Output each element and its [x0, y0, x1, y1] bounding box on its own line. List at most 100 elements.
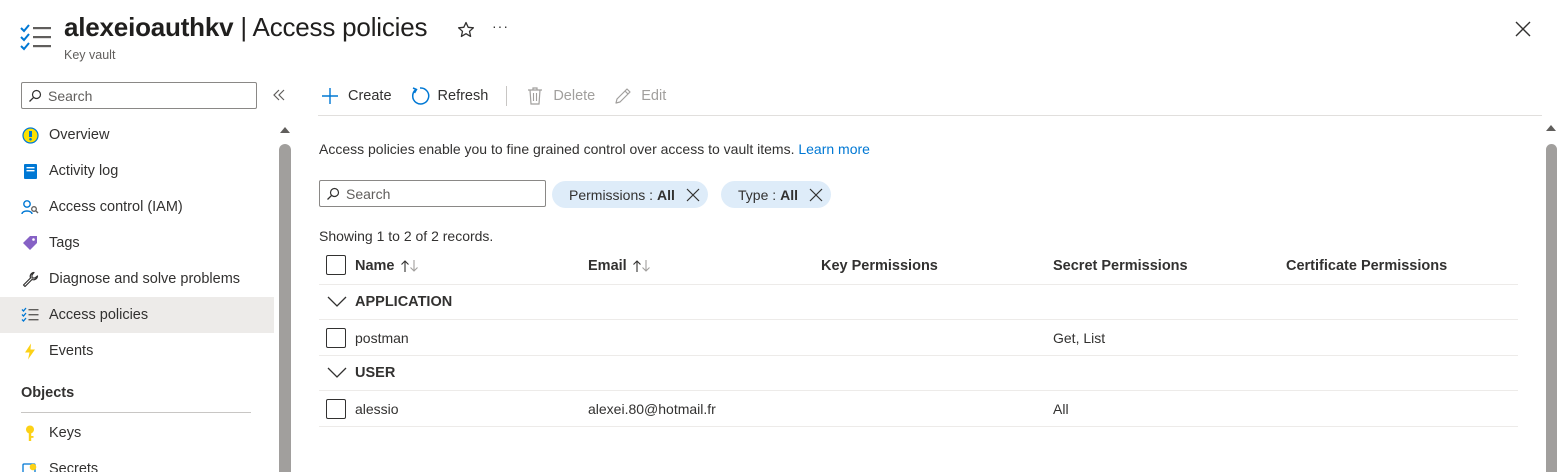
row-checkbox[interactable] — [326, 399, 346, 419]
sidebar-item-label: Access policies — [49, 307, 149, 323]
column-header-email[interactable]: Email — [588, 258, 652, 274]
column-header-key-permissions[interactable]: Key Permissions — [821, 258, 938, 274]
filter-label: Type : — [738, 186, 777, 203]
scroll-up-arrow-icon[interactable] — [279, 124, 291, 134]
sidebar-item-access-control-iam[interactable]: Access control (IAM) — [0, 189, 274, 225]
filter-value: All — [780, 186, 799, 203]
sidebar-item-label: Keys — [49, 425, 82, 441]
toolbar-divider — [318, 115, 1542, 116]
table-row[interactable]: alessio alexei.80@hotmail.fr All — [319, 391, 1518, 427]
group-toggle[interactable]: USER — [327, 365, 395, 381]
collapse-sidebar-icon[interactable] — [270, 86, 288, 104]
cell-email: alexei.80@hotmail.fr — [588, 400, 716, 417]
sidebar-item-label: Tags — [49, 235, 80, 251]
sidebar-item-label: Events — [49, 343, 94, 359]
toolbar-separator — [506, 86, 508, 106]
filter-label: Permissions : — [569, 186, 654, 203]
column-header-label: Certificate Permissions — [1286, 257, 1448, 274]
sidebar-scrollbar-thumb[interactable] — [279, 144, 291, 472]
column-header-label: Key Permissions — [821, 257, 938, 274]
column-header-label: Name — [355, 257, 395, 274]
content-scrollbar-thumb[interactable] — [1546, 144, 1557, 472]
cell-name: alessio — [355, 400, 399, 417]
secret-icon — [21, 460, 39, 472]
sidebar-item-secrets[interactable]: Secrets — [0, 451, 274, 472]
refresh-button[interactable]: Refresh — [410, 86, 489, 106]
sidebar-nav: Overview Activity log Access control (IA… — [0, 117, 274, 472]
tag-icon — [21, 234, 39, 252]
sidebar-item-label: Activity log — [49, 163, 119, 179]
command-bar: Create Refresh Delete Edit — [320, 82, 684, 110]
filter-value: All — [657, 186, 675, 203]
column-header-secret-permissions[interactable]: Secret Permissions — [1053, 258, 1188, 274]
sidebar-item-diagnose[interactable]: Diagnose and solve problems — [0, 261, 274, 297]
create-label: Create — [348, 88, 392, 104]
column-header-label: Email — [588, 257, 627, 274]
table-row[interactable]: postman Get, List — [319, 320, 1518, 356]
column-header-label: Secret Permissions — [1053, 257, 1188, 274]
pencil-icon — [615, 88, 631, 104]
sidebar-item-label: Diagnose and solve problems — [49, 271, 241, 287]
sidebar-item-tags[interactable]: Tags — [0, 225, 274, 261]
sidebar-item-keys[interactable]: Keys — [0, 415, 274, 451]
create-button[interactable]: Create — [320, 86, 392, 106]
description-text: Access policies enable you to fine grain… — [319, 141, 795, 157]
resource-type-subtitle: Key vault — [64, 48, 116, 62]
select-all-checkbox[interactable] — [326, 255, 346, 275]
table-header-row: Name Email Key Permissions Secret Permis… — [319, 247, 1518, 285]
sidebar-item-overview[interactable]: Overview — [0, 117, 274, 153]
more-options-icon[interactable]: ··· — [492, 18, 509, 34]
filter-search-box[interactable] — [319, 180, 546, 207]
sort-icon — [400, 259, 418, 272]
activity-log-icon — [21, 162, 39, 180]
scroll-up-arrow-icon[interactable] — [1545, 122, 1557, 132]
access-policies-icon — [21, 306, 39, 324]
lightning-icon — [21, 342, 39, 360]
sidebar-section-label: Objects — [21, 385, 75, 401]
chevron-down-icon — [327, 367, 347, 378]
sidebar-item-label: Overview — [49, 127, 110, 143]
favorite-star-icon[interactable] — [456, 20, 476, 40]
refresh-icon — [411, 87, 429, 105]
sidebar-item-events[interactable]: Events — [0, 333, 274, 369]
search-icon — [29, 89, 42, 102]
sidebar-search-input[interactable] — [48, 87, 248, 104]
close-icon[interactable] — [686, 188, 700, 202]
group-toggle[interactable]: APPLICATION — [327, 294, 452, 310]
title-separator: | — [233, 12, 253, 42]
close-icon[interactable] — [809, 188, 823, 202]
sidebar-item-label: Secrets — [49, 461, 99, 472]
access-policies-header-icon — [20, 24, 51, 51]
group-header-row[interactable]: APPLICATION — [319, 285, 1518, 320]
filter-search-input[interactable] — [346, 185, 536, 202]
iam-icon — [21, 198, 39, 216]
permissions-filter-pill[interactable]: Permissions : All — [552, 181, 708, 208]
column-header-certificate-permissions[interactable]: Certificate Permissions — [1286, 258, 1447, 274]
search-icon — [327, 187, 340, 200]
edit-button[interactable]: Edit — [613, 86, 666, 106]
sidebar-item-activity-log[interactable]: Activity log — [0, 153, 274, 189]
access-policies-table: Name Email Key Permissions Secret Permis… — [319, 247, 1518, 427]
cell-secret-permissions: All — [1053, 400, 1069, 417]
column-header-name[interactable]: Name — [355, 258, 420, 274]
type-filter-pill[interactable]: Type : All — [721, 181, 832, 208]
sidebar-search-box[interactable] — [21, 82, 257, 109]
overview-icon — [21, 126, 39, 144]
group-header-row[interactable]: USER — [319, 356, 1518, 391]
delete-button[interactable]: Delete — [525, 86, 595, 106]
section-divider — [21, 412, 251, 413]
row-checkbox[interactable] — [326, 328, 346, 348]
plus-icon — [322, 88, 338, 104]
group-label: USER — [355, 365, 396, 381]
key-icon — [21, 424, 39, 442]
delete-label: Delete — [553, 88, 596, 104]
page-title: alexeioauthkv | Access policies — [64, 12, 427, 43]
resource-name: alexeioauthkv — [64, 12, 234, 42]
refresh-label: Refresh — [437, 88, 489, 104]
blade-title: Access policies — [252, 12, 428, 42]
chevron-down-icon — [327, 296, 347, 307]
learn-more-link[interactable]: Learn more — [798, 141, 870, 157]
close-icon[interactable] — [1514, 20, 1532, 38]
group-label: APPLICATION — [355, 294, 453, 310]
sidebar-item-access-policies[interactable]: Access policies — [0, 297, 274, 333]
